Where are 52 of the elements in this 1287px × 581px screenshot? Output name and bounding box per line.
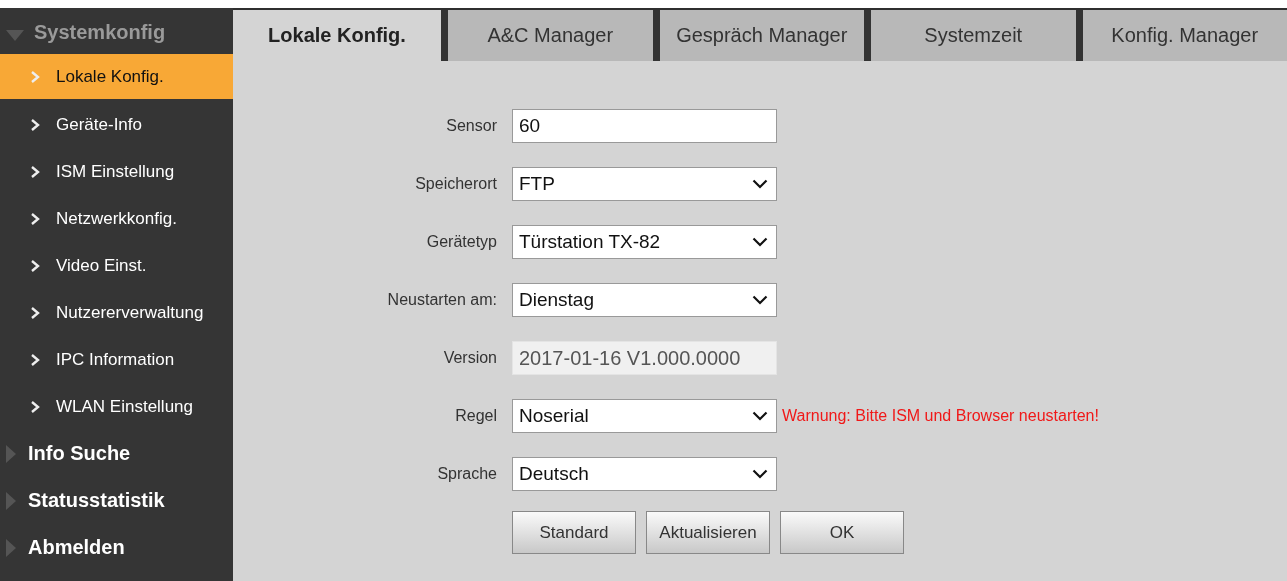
chevron-icon [30, 305, 40, 320]
tab[interactable]: Lokale Konfig. [233, 10, 441, 61]
field-label: Regel [454, 407, 498, 425]
field-label: Neustarten am: [386, 291, 498, 309]
button[interactable]: Aktualisieren [646, 511, 770, 554]
warning-text: Warnung: Bitte ISM und Browser neustarten! [782, 407, 1099, 425]
caret-icon [752, 295, 768, 305]
tab[interactable]: Systemzeit [864, 10, 1076, 61]
dropdown[interactable]: Noserial [512, 399, 777, 433]
sidebar-item[interactable]: Netzwerkkonfig. [0, 195, 233, 242]
sidebar-item[interactable]: Nutzererverwaltung [0, 289, 233, 336]
input-field[interactable]: 60 [512, 109, 777, 143]
dropdown[interactable]: Deutsch [512, 457, 777, 491]
menu-group[interactable]: Statusstatistik [0, 477, 233, 524]
dropdown[interactable]: Türstation TX-82 [512, 225, 777, 259]
menu-group[interactable]: Info Suche [0, 430, 233, 477]
caret-icon [752, 179, 768, 189]
tab[interactable]: Gespräch Manager [652, 10, 864, 61]
chevron-icon [30, 258, 40, 273]
tab[interactable]: Konfig. Manager [1075, 10, 1287, 61]
collapsed-triangle-icon [6, 538, 16, 557]
sidebar-item[interactable]: Video Einst. [0, 242, 233, 289]
chevron-icon [30, 117, 40, 132]
expanded-triangle-icon [6, 29, 24, 41]
chevron-icon [30, 399, 40, 414]
field-label: Sprache [436, 465, 498, 483]
chevron-icon [30, 164, 40, 179]
sidebar-item[interactable]: ISM Einstellung [0, 148, 233, 195]
field-label: Gerätetyp [425, 233, 498, 251]
sidebar-item[interactable]: Lokale Konfig. [0, 54, 233, 99]
sidebar-item[interactable]: WLAN Einstellung [0, 383, 233, 430]
chevron-icon [30, 352, 40, 367]
caret-icon [752, 411, 768, 421]
tab[interactable]: A&C Manager [441, 10, 653, 61]
input-field: 2017-01-16 V1.000.0000 [512, 341, 777, 375]
collapsed-triangle-icon [6, 491, 16, 510]
sidebar-item[interactable]: IPC Information [0, 336, 233, 383]
button[interactable]: Standard [512, 511, 636, 554]
field-label: Version [442, 349, 498, 367]
chevron-icon [30, 211, 40, 226]
dropdown[interactable]: FTP [512, 167, 777, 201]
sidebar-item[interactable]: Geräte-Info [0, 101, 233, 148]
field-label: Sensor [445, 117, 498, 135]
caret-icon [752, 469, 768, 479]
caret-icon [752, 237, 768, 247]
field-label: Speicherort [414, 175, 498, 193]
menu-group[interactable]: Abmelden [0, 524, 233, 571]
dropdown[interactable]: Dienstag [512, 283, 777, 317]
button[interactable]: OK [780, 511, 904, 554]
menu-group[interactable]: Systemkonfig [0, 10, 233, 54]
chevron-icon [30, 69, 40, 84]
collapsed-triangle-icon [6, 444, 16, 463]
